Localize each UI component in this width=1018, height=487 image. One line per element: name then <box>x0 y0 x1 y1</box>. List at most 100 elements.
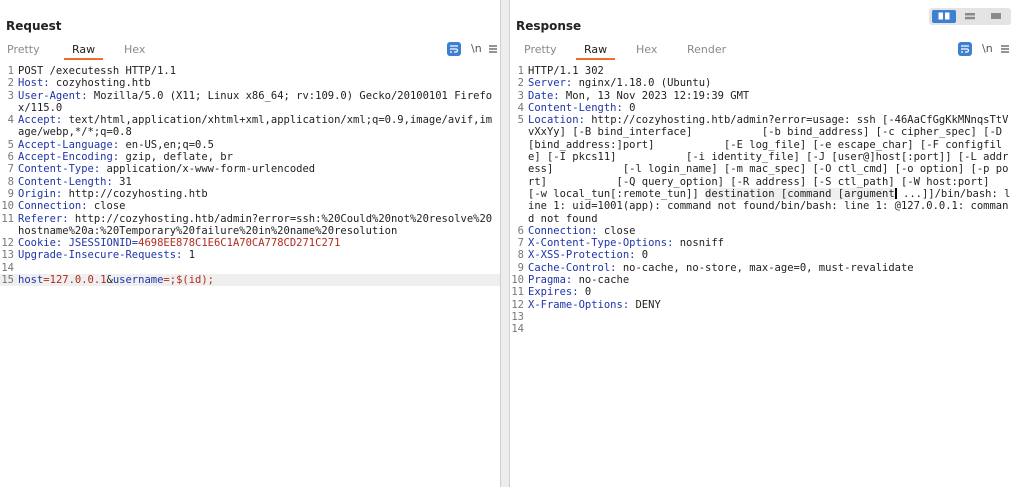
header-value: 0 <box>578 286 592 299</box>
header-name: Content-Length: <box>528 101 623 114</box>
layout-stacked-icon[interactable] <box>958 10 982 23</box>
response-tab-pretty[interactable]: Pretty <box>524 43 557 56</box>
line-number: 2 <box>517 77 524 90</box>
request-tab-pretty[interactable]: Pretty <box>7 43 40 56</box>
layout-toggle-group <box>929 8 1011 25</box>
header-value: nginx/1.18.0 (Ubuntu) <box>572 77 712 90</box>
line-content <box>14 262 500 274</box>
line-content: POST /executessh HTTP/1.1 <box>14 65 500 77</box>
line-number: 7 <box>7 163 14 176</box>
header-value: text/html,application/xhtml+xml,applicat… <box>18 114 493 139</box>
cookie-value: 4698EE878C1E6C1A70CA778CD271C271 <box>138 237 341 250</box>
line-number: 3 <box>7 89 14 102</box>
header-name: Server: <box>528 77 573 90</box>
line-content: Referer: http://cozyhosting.htb/admin?er… <box>14 213 500 238</box>
response-newline-toggle[interactable]: \n <box>982 42 993 56</box>
line-number: 8 <box>7 175 14 188</box>
header-name: Pragma: <box>528 274 573 287</box>
response-line: 8 X-XSS-Protection: 0 <box>510 249 1018 261</box>
line-content: Connection: close <box>524 225 1018 237</box>
response-line: 13 <box>510 311 1018 323</box>
line-content: Content-Type: application/x-www-form-url… <box>14 163 500 175</box>
header-name: Origin: <box>18 187 63 200</box>
request-tab-hex[interactable]: Hex <box>124 43 145 56</box>
header-value: no-cache, no-store, max-age=0, must-reva… <box>616 261 914 274</box>
body-param-value: =127.0.0.1 <box>43 274 107 287</box>
request-editor[interactable]: 1 POST /executessh HTTP/1.1 2 Host: cozyhos… <box>0 65 500 487</box>
line-number: 4 <box>517 101 524 114</box>
response-line: 14 <box>510 323 1018 335</box>
line-content: Origin: http://cozyhosting.htb <box>14 188 500 200</box>
request-line: 11 Referer: http://cozyhosting.htb/admin?… <box>0 213 500 238</box>
request-line: 6 Accept-Encoding: gzip, deflate, br <box>0 151 500 163</box>
header-value: close <box>87 200 126 213</box>
response-editor[interactable]: 1 HTTP/1.1 302 2 Server: nginx/1.18.0 (Ubun… <box>510 65 1018 487</box>
response-line: 2 Server: nginx/1.18.0 (Ubuntu) <box>510 77 1018 89</box>
header-value: no-cache <box>572 274 630 287</box>
body-param-name: host <box>18 274 44 287</box>
header-name: Content-Length: <box>18 175 113 188</box>
header-name: Accept: <box>18 114 63 127</box>
request-line: 14 <box>0 262 500 274</box>
line-content: Connection: close <box>14 200 500 212</box>
response-line: 7 X-Content-Type-Options: nosniff <box>510 237 1018 249</box>
header-value: destination [command [argument <box>705 187 895 200</box>
line-number: 9 <box>517 261 524 274</box>
line-content <box>524 311 1018 323</box>
request-wrap-lines-icon[interactable] <box>447 42 461 56</box>
header-name: X-XSS-Protection: <box>528 249 636 262</box>
request-line: 1 POST /executessh HTTP/1.1 <box>0 65 500 77</box>
response-menu-icon[interactable] <box>1000 42 1010 56</box>
response-wrap-lines-icon[interactable] <box>958 42 972 56</box>
header-value: 1 <box>182 249 196 262</box>
request-tab-raw[interactable]: Raw <box>63 43 104 60</box>
header-value: http://cozyhosting.htb/admin?error=ssh:%… <box>18 212 493 237</box>
header-value: HTTP/1.1 302 <box>528 65 604 77</box>
line-content: Upgrade-Insecure-Requests: 1 <box>14 249 500 261</box>
line-number: 13 <box>1 249 14 262</box>
header-name: Expires: <box>528 286 579 299</box>
header-name: User-Agent: <box>18 89 88 102</box>
request-pane: Request Pretty Raw Hex \n 1 POST /execute… <box>0 0 501 487</box>
header-value: DENY <box>629 298 661 311</box>
line-content: Expires: 0 <box>524 286 1018 298</box>
request-menu-icon[interactable] <box>488 42 498 56</box>
line-content: Location: http://cozyhosting.htb/admin?e… <box>524 114 1018 225</box>
layout-side-by-side-icon[interactable] <box>932 10 956 23</box>
header-value: Mozilla/5.0 (X11; Linux x86_64; rv:109.0… <box>18 89 493 114</box>
line-number: 5 <box>517 114 524 127</box>
response-tab-render[interactable]: Render <box>687 43 726 56</box>
layout-single-icon[interactable] <box>984 10 1008 23</box>
header-name: Cache-Control: <box>528 261 617 274</box>
header-name: Host: <box>18 77 50 90</box>
request-line: 12 Cookie: JSESSIONID=4698EE878C1E6C1A70C… <box>0 237 500 249</box>
header-value: nosniff <box>673 237 724 250</box>
request-line: 2 Host: cozyhosting.htb <box>0 77 500 89</box>
pane-divider[interactable] <box>501 0 509 487</box>
header-name: Connection: <box>18 200 88 213</box>
request-line: 10 Connection: close <box>0 200 500 212</box>
response-line: 3 Date: Mon, 13 Nov 2023 12:19:39 GMT <box>510 90 1018 102</box>
header-name: Content-Type: <box>18 163 101 176</box>
line-content: Pragma: no-cache <box>524 274 1018 286</box>
header-name: X-Frame-Options: <box>528 298 630 311</box>
line-number: 15 <box>1 274 14 287</box>
line-number: 11 <box>511 286 524 299</box>
line-content: Server: nginx/1.18.0 (Ubuntu) <box>524 77 1018 89</box>
request-newline-toggle[interactable]: \n <box>471 42 482 56</box>
line-content: Accept-Language: en-US,en;q=0.5 <box>14 139 500 151</box>
request-line: 3 User-Agent: Mozilla/5.0 (X11; Linux x86… <box>0 90 500 115</box>
request-title: Request <box>6 19 62 33</box>
response-line: 4 Content-Length: 0 <box>510 102 1018 114</box>
line-number: 14 <box>511 323 524 336</box>
line-number: 5 <box>7 138 14 151</box>
response-tab-raw[interactable]: Raw <box>575 43 616 60</box>
line-number: 7 <box>517 237 524 250</box>
header-name: Accept-Language: <box>18 138 120 151</box>
line-number: 8 <box>517 249 524 262</box>
header-value: 0 <box>635 249 649 262</box>
line-number: 12 <box>511 298 524 311</box>
line-content: Content-Length: 0 <box>524 102 1018 114</box>
header-value: application/x-www-form-urlencoded <box>100 163 316 176</box>
response-tab-hex[interactable]: Hex <box>636 43 657 56</box>
